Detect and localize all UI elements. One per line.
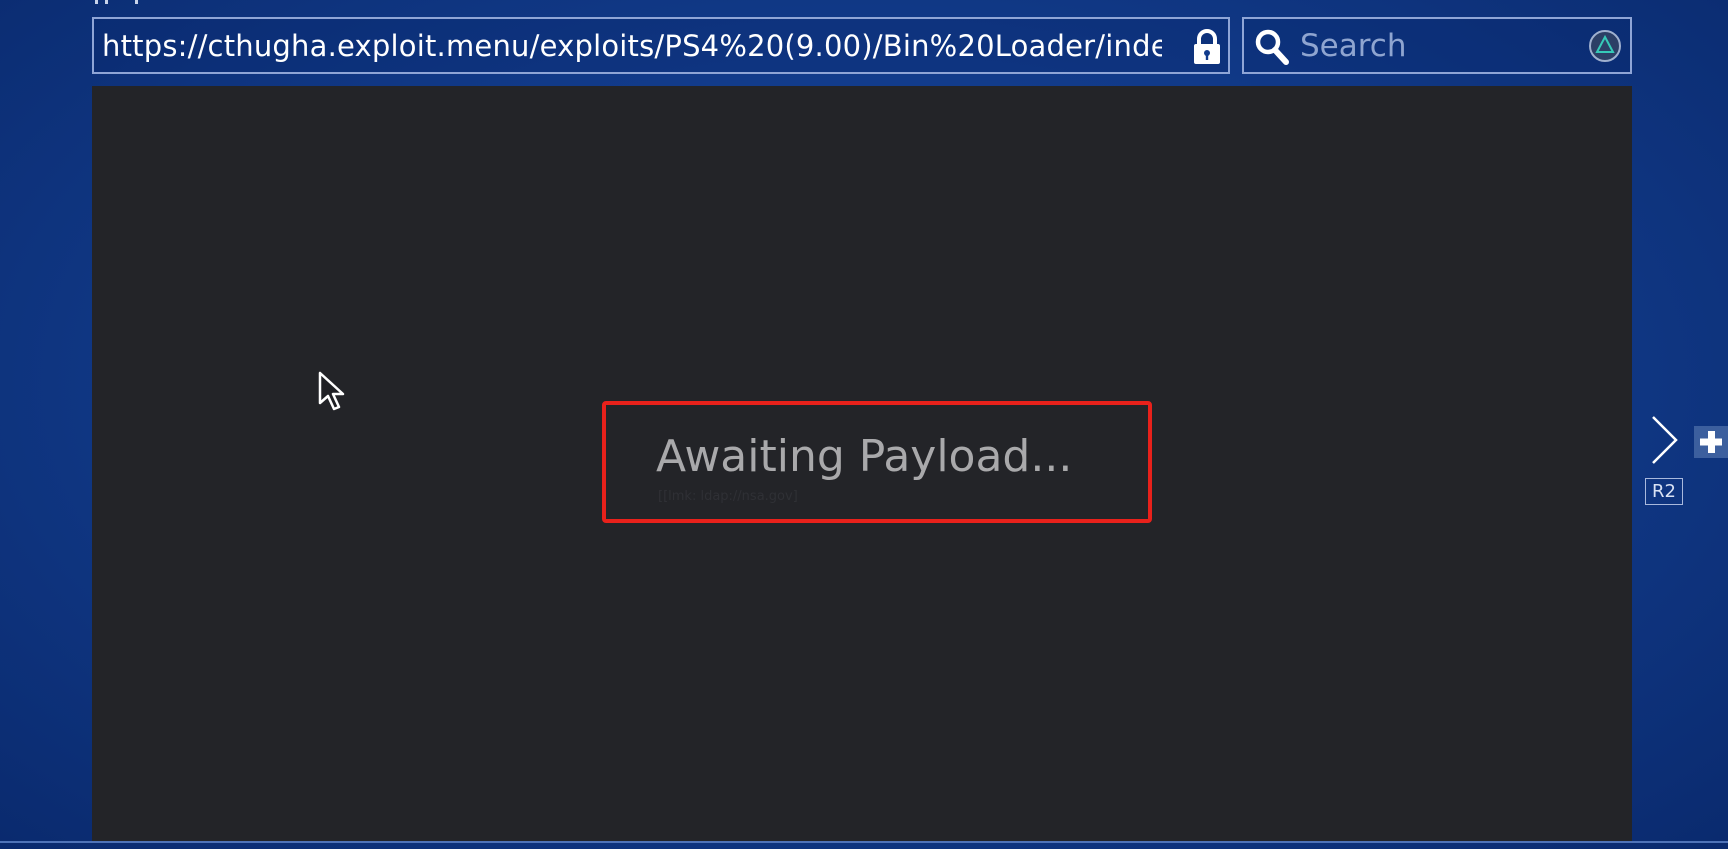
status-subtitle: [[lmk: ldap://nsa.gov] (658, 489, 798, 504)
page-content: Awaiting Payload... [[lmk: ldap://nsa.go… (92, 86, 1632, 841)
window-top-edge (95, 0, 155, 4)
payload-status-box: Awaiting Payload... [[lmk: ldap://nsa.go… (602, 401, 1152, 523)
url-text[interactable]: https://cthugha.exploit.menu/exploits/PS… (102, 19, 1162, 72)
status-title: Awaiting Payload... (656, 431, 1073, 482)
lock-icon (1194, 29, 1220, 64)
search-input[interactable] (1300, 25, 1570, 67)
plus-icon[interactable] (1694, 426, 1728, 458)
mouse-cursor-icon (318, 371, 345, 411)
address-bar[interactable]: https://cthugha.exploit.menu/exploits/PS… (92, 17, 1230, 74)
chevron-right-icon[interactable] (1650, 414, 1680, 466)
triangle-button-icon[interactable] (1588, 29, 1622, 63)
search-bar[interactable] (1242, 17, 1632, 74)
r2-button-label[interactable]: R2 (1645, 478, 1683, 505)
search-icon (1255, 29, 1289, 65)
bottom-divider (0, 841, 1728, 843)
